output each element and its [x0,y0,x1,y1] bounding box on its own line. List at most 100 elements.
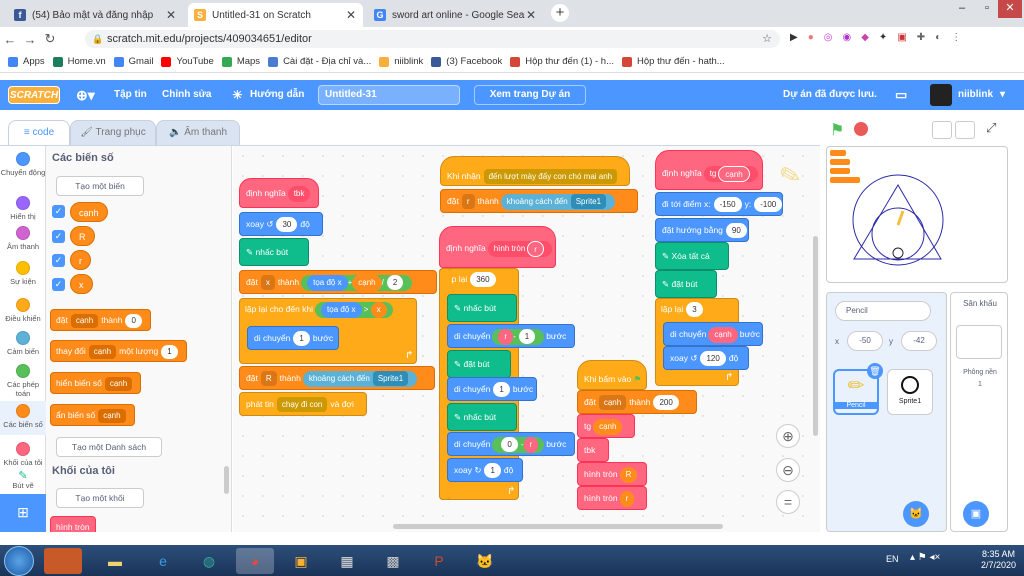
bookmark-niiblink[interactable]: niiblink [379,56,423,67]
project-title-input[interactable]: Untitled-31 [318,85,460,105]
close-tab-icon[interactable]: ✕ [525,8,537,22]
x-position-reporter[interactable]: tọa độ x [321,301,362,318]
variable-checkbox[interactable]: ✓ [52,205,65,218]
zoom-out-button[interactable]: ⊖ [776,458,800,482]
globe-app-icon[interactable]: ◍ [190,548,228,574]
category-looks[interactable]: Hiển thị [0,196,46,221]
sprite-name-input[interactable]: Pencil [835,301,931,321]
category-my-blocks[interactable]: Khối của tôi [0,442,46,467]
pen-down-block[interactable]: ✎ nhấc bút [239,238,309,266]
y-input[interactable]: -42 [901,331,937,351]
url-input[interactable]: 🔒 scratch.mit.edu/projects/409034651/edi… [85,30,780,48]
scratch-cat-icon[interactable]: 🐱 [466,548,504,574]
value-input[interactable]: 1 [493,382,510,398]
folder-icon[interactable]: ▭ [895,80,907,110]
tray-icons[interactable]: ▴ ⚑ ◂× [910,552,940,563]
set-canh-block[interactable]: đặt cạnh thành 200 [577,390,697,414]
bookmark-facebook[interactable]: (3) Facebook [431,56,502,67]
menu-icon[interactable]: ⋮ [951,32,961,43]
call-tbk-block[interactable]: tbk [577,438,609,462]
scratch-app-icon[interactable]: ▣ [282,548,320,574]
small-stage-button[interactable] [932,121,952,139]
turn-block[interactable]: xoay ↻ 1 độ [447,458,523,482]
variable-reporter[interactable]: cạnh [352,274,382,291]
username[interactable]: niiblink [958,80,993,110]
fullscreen-icon[interactable]: ⤢ [986,120,996,136]
palette-scrollbar[interactable] [224,466,229,494]
call-circle-r-block[interactable]: hình tròn r [577,486,647,510]
variable-dropdown[interactable]: r [461,194,475,210]
close-tab-icon[interactable]: ✕ [345,8,357,22]
category-sound[interactable]: Âm thanh [0,226,46,251]
category-operators[interactable]: Các phép toán [0,364,46,398]
tab-sounds[interactable]: 🔈 Âm thanh [156,120,240,146]
minimize-button[interactable]: – [950,0,974,18]
parameter-reporter[interactable]: r [498,328,514,345]
value-input[interactable]: -100 [754,197,783,213]
new-tab-button[interactable]: + [551,4,569,22]
green-flag-icon[interactable]: ⚑ [830,120,844,140]
media-player-icon[interactable] [44,548,82,574]
extension-icon[interactable]: ✦ [879,32,887,43]
avatar[interactable] [930,84,952,106]
value-input[interactable]: 1 [293,331,310,347]
close-window-button[interactable]: ✕ [998,0,1022,18]
goto-xy-block[interactable]: đi tới điểm x: -150 y: -100 [655,192,783,216]
when-flag-clicked-block[interactable]: Khi bấm vào ⚑ [577,360,647,390]
message-dropdown[interactable]: chạy đi con [276,397,328,413]
category-events[interactable]: Sự kiện [0,261,46,286]
extension-icon[interactable]: ◎ [824,32,833,43]
extension-icon[interactable]: ◆ [861,32,869,43]
value-input[interactable]: 1 [518,329,536,345]
make-block-button[interactable]: Tạo một khối [56,488,144,508]
tab-code[interactable]: ≡ code [8,120,70,146]
variable-dropdown[interactable]: cạnh [598,395,627,411]
extension-icon[interactable]: ▣ [897,32,906,43]
pen-down-block[interactable]: ✎ đặt bút [447,350,511,378]
x-input[interactable]: -50 [847,331,883,351]
profile-avatar[interactable]: ◐ [935,32,941,43]
extension-icon[interactable]: ◉ [842,32,851,43]
variable-reporter[interactable]: R [619,466,638,483]
choose-backdrop-button[interactable]: ▣ [963,501,989,527]
move-canh-block[interactable]: di chuyển cạnh bước [663,322,763,346]
tutorials-menu[interactable]: Hướng dẫn [250,80,304,110]
category-motion[interactable]: Chuyển động [0,152,46,177]
pen-up-block[interactable]: ✎ nhấc bút [447,403,517,431]
category-control[interactable]: Điều khiển [0,298,46,323]
close-tab-icon[interactable]: ✕ [165,8,177,22]
stage-thumbnail[interactable] [956,325,1002,359]
stop-icon[interactable] [854,122,868,136]
variable-dropdown[interactable]: cạnh [104,376,133,391]
pen-down-block[interactable]: ✎ đặt bút [655,270,717,298]
value-input[interactable]: 120 [700,351,726,367]
hide-variable-block[interactable]: ẩn biến số cạnh [50,404,135,426]
broadcast-and-wait-block[interactable]: phát tin chạy đi con và đợi [239,392,367,416]
variable-reporter[interactable]: r [70,250,91,270]
forward-icon[interactable]: → [20,32,40,47]
move-block[interactable]: di chuyển 1 bước [447,377,537,401]
value-input[interactable]: 200 [653,395,679,411]
file-explorer-icon[interactable]: ▬ [96,548,134,574]
set-x-block[interactable]: đặt x thành tọa độ x + cạnh/2 [239,270,437,294]
clock[interactable]: 8:35 AM 2/7/2020 [981,549,1016,571]
bookmark-settings[interactable]: Cài đặt - Địa chỉ và... [268,56,371,67]
code-workspace[interactable]: định nghĩa tbk xoay ↺ 30 độ ✎ nhấc bút đặt x… [233,146,820,532]
bookmark-gmail[interactable]: Gmail [113,56,153,67]
add-extension-button[interactable]: ⊞ [0,494,46,532]
move-r-minus-1-block[interactable]: di chuyển r -1 bước [447,324,575,348]
back-icon[interactable]: ← [0,32,20,47]
variable-dropdown[interactable]: R [260,371,277,387]
turn-block[interactable]: xoay ↺ 120 độ [663,346,749,370]
define-block-circle[interactable]: định nghĩa hình tròn r [439,226,556,268]
value-input[interactable]: 3 [686,302,703,318]
language-indicator[interactable]: EN [886,554,899,564]
parameter-reporter[interactable]: r [523,436,539,453]
parameter-reporter[interactable]: cạnh [708,326,738,343]
variable-checkbox[interactable]: ✓ [52,278,65,291]
reload-icon[interactable]: ↻ [40,31,60,47]
category-pen[interactable]: ✎ Bút vẽ [0,471,46,490]
define-block-tbk[interactable]: định nghĩa tbk [239,178,319,208]
value-input[interactable]: 360 [470,272,496,288]
chevron-down-icon[interactable]: ▾ [1000,80,1005,110]
